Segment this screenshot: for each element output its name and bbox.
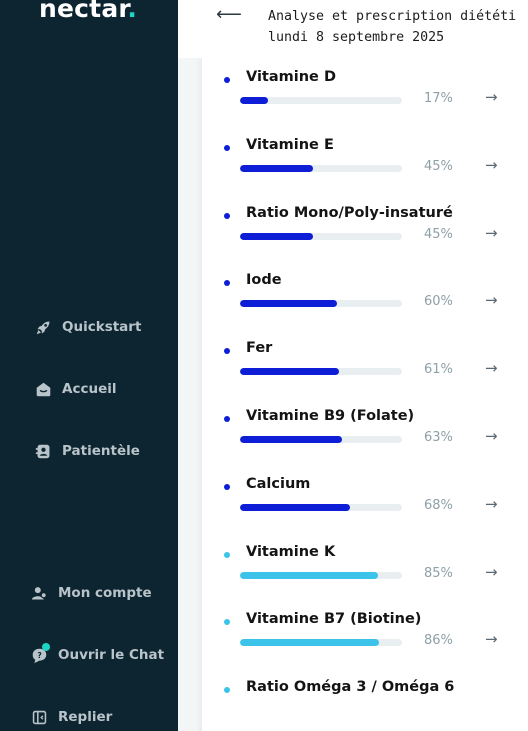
user-icon: [30, 584, 48, 602]
progress-fill: [240, 232, 313, 240]
arrow-left-icon[interactable]: ⟵: [216, 4, 242, 25]
bullet-dot: [224, 77, 230, 83]
page-date: lundi 8 septembre 2025: [268, 30, 445, 45]
sidebar-item-ouvrir-chat[interactable]: ? Ouvrir le Chat: [30, 643, 165, 664]
nutrient-row[interactable]: Vitamine B9 (Folate) 63% →: [202, 408, 528, 476]
progress-track: [240, 300, 402, 308]
progress-fill: [240, 300, 338, 308]
percent-label: 61%: [424, 362, 453, 378]
percent-label: 63%: [424, 430, 453, 445]
sidebar-item-accueil[interactable]: Accueil: [34, 380, 116, 398]
progress-fill: [240, 436, 343, 443]
svg-text:?: ?: [37, 651, 41, 660]
progress-track: [240, 571, 402, 579]
arrow-right-icon[interactable]: →: [485, 359, 498, 377]
sidebar-item-patientele[interactable]: Patientèle: [34, 442, 140, 460]
arrow-right-icon[interactable]: →: [485, 88, 498, 106]
progress-fill: [240, 503, 351, 511]
progress-track: [240, 503, 402, 511]
bullet-dot: [224, 619, 230, 626]
percent-label: 17%: [424, 91, 453, 106]
percent-label: 60%: [424, 294, 453, 310]
rocket-icon: [34, 318, 52, 336]
logo-dot: .: [127, 0, 138, 23]
nutrient-name: Iode: [246, 272, 282, 289]
progress-fill: [240, 639, 380, 647]
progress-track: [240, 436, 402, 443]
nutrient-name: Ratio Oméga 3 / Oméga 6: [246, 679, 455, 696]
progress-track: [240, 368, 402, 376]
progress-fill: [240, 97, 268, 104]
bullet-dot: [224, 551, 230, 558]
progress-track: [240, 164, 402, 172]
nutrient-row[interactable]: Vitamine K 85% →: [202, 544, 528, 612]
sidebar-item-label: Accueil: [62, 381, 117, 397]
sidebar-item-label: Quickstart: [62, 319, 142, 335]
nutrient-name: Vitamine B7 (Biotine): [246, 611, 422, 628]
arrow-right-icon[interactable]: →: [485, 224, 498, 242]
nutrient-row[interactable]: Vitamine E 45% →: [202, 137, 528, 205]
arrow-right-icon[interactable]: →: [485, 563, 498, 581]
nutrient-name: Vitamine K: [246, 543, 336, 560]
bullet-dot: [224, 348, 230, 355]
nutrient-name: Vitamine D: [246, 69, 336, 85]
nutrient-row[interactable]: Vitamine B7 (Biotine) 86% →: [202, 611, 528, 679]
nutrient-row[interactable]: Iode 60% →: [202, 272, 528, 340]
nutrient-name: Vitamine B9 (Folate): [246, 408, 415, 424]
chat-icon: ?: [30, 643, 50, 664]
bullet-dot: [224, 416, 230, 422]
logo[interactable]: nectar.: [39, 0, 137, 23]
sidebar: nectar. Quickstart Accueil Patientèle Mo…: [0, 0, 178, 731]
percent-label: 45%: [424, 226, 453, 242]
bullet-dot: [224, 280, 230, 287]
progress-fill: [240, 368, 339, 376]
percent-label: 68%: [424, 497, 453, 513]
logo-text: nectar: [39, 0, 128, 23]
chat-notification-dot: [42, 643, 50, 651]
home-icon: [34, 380, 52, 398]
bullet-dot: [224, 687, 230, 694]
nutrient-row[interactable]: Ratio Oméga 3 / Oméga 6: [202, 679, 528, 731]
nutrient-name: Vitamine E: [246, 136, 334, 153]
sidebar-item-label: Patientèle: [62, 443, 140, 459]
sidebar-item-label: Mon compte: [58, 585, 152, 601]
arrow-right-icon[interactable]: →: [485, 291, 498, 309]
page-title: Analyse et prescription diététi: [268, 9, 517, 24]
progress-track: [240, 639, 402, 647]
nutrient-name: Ratio Mono/Poly-insaturé: [246, 204, 453, 221]
nutrient-row[interactable]: Vitamine D 17% →: [202, 69, 528, 137]
bullet-dot: [224, 483, 230, 490]
nutrient-row[interactable]: Calcium 68% →: [202, 476, 528, 544]
arrow-right-icon[interactable]: →: [485, 427, 498, 445]
sidebar-item-mon-compte[interactable]: Mon compte: [30, 584, 152, 602]
progress-track: [240, 97, 402, 104]
nutrient-row[interactable]: 14%→: [202, 58, 528, 69]
main-content: 14%→Vitamine D17%→Vitamine E45%→Ratio Mo…: [178, 58, 528, 731]
arrow-right-icon[interactable]: →: [485, 495, 498, 513]
nutrient-row[interactable]: Ratio Mono/Poly-insaturé 45% →: [202, 205, 528, 273]
patients-icon: [34, 442, 52, 460]
bullet-dot: [224, 144, 230, 151]
page-header: ⟵ Analyse et prescription diététi lundi …: [178, 0, 528, 58]
percent-label: 86%: [424, 633, 453, 649]
progress-track: [240, 232, 402, 240]
percent-label: 45%: [424, 158, 453, 174]
sidebar-item-label: Replier: [58, 709, 113, 725]
sidebar-item-quickstart[interactable]: Quickstart: [34, 318, 141, 336]
arrow-right-icon[interactable]: →: [485, 630, 498, 648]
bullet-dot: [224, 212, 230, 219]
progress-fill: [240, 571, 378, 579]
nutrient-name: Calcium: [246, 475, 311, 492]
collapse-icon: [30, 708, 48, 726]
sidebar-item-label: Ouvrir le Chat: [58, 647, 165, 663]
arrow-right-icon[interactable]: →: [485, 156, 498, 174]
nutrient-list-card: 14%→Vitamine D17%→Vitamine E45%→Ratio Mo…: [202, 58, 528, 731]
sidebar-item-replier[interactable]: Replier: [30, 708, 112, 726]
nutrient-name: Fer: [246, 340, 273, 357]
percent-label: 85%: [424, 565, 453, 581]
nutrient-row[interactable]: Fer 61% →: [202, 340, 528, 408]
progress-fill: [240, 164, 313, 172]
